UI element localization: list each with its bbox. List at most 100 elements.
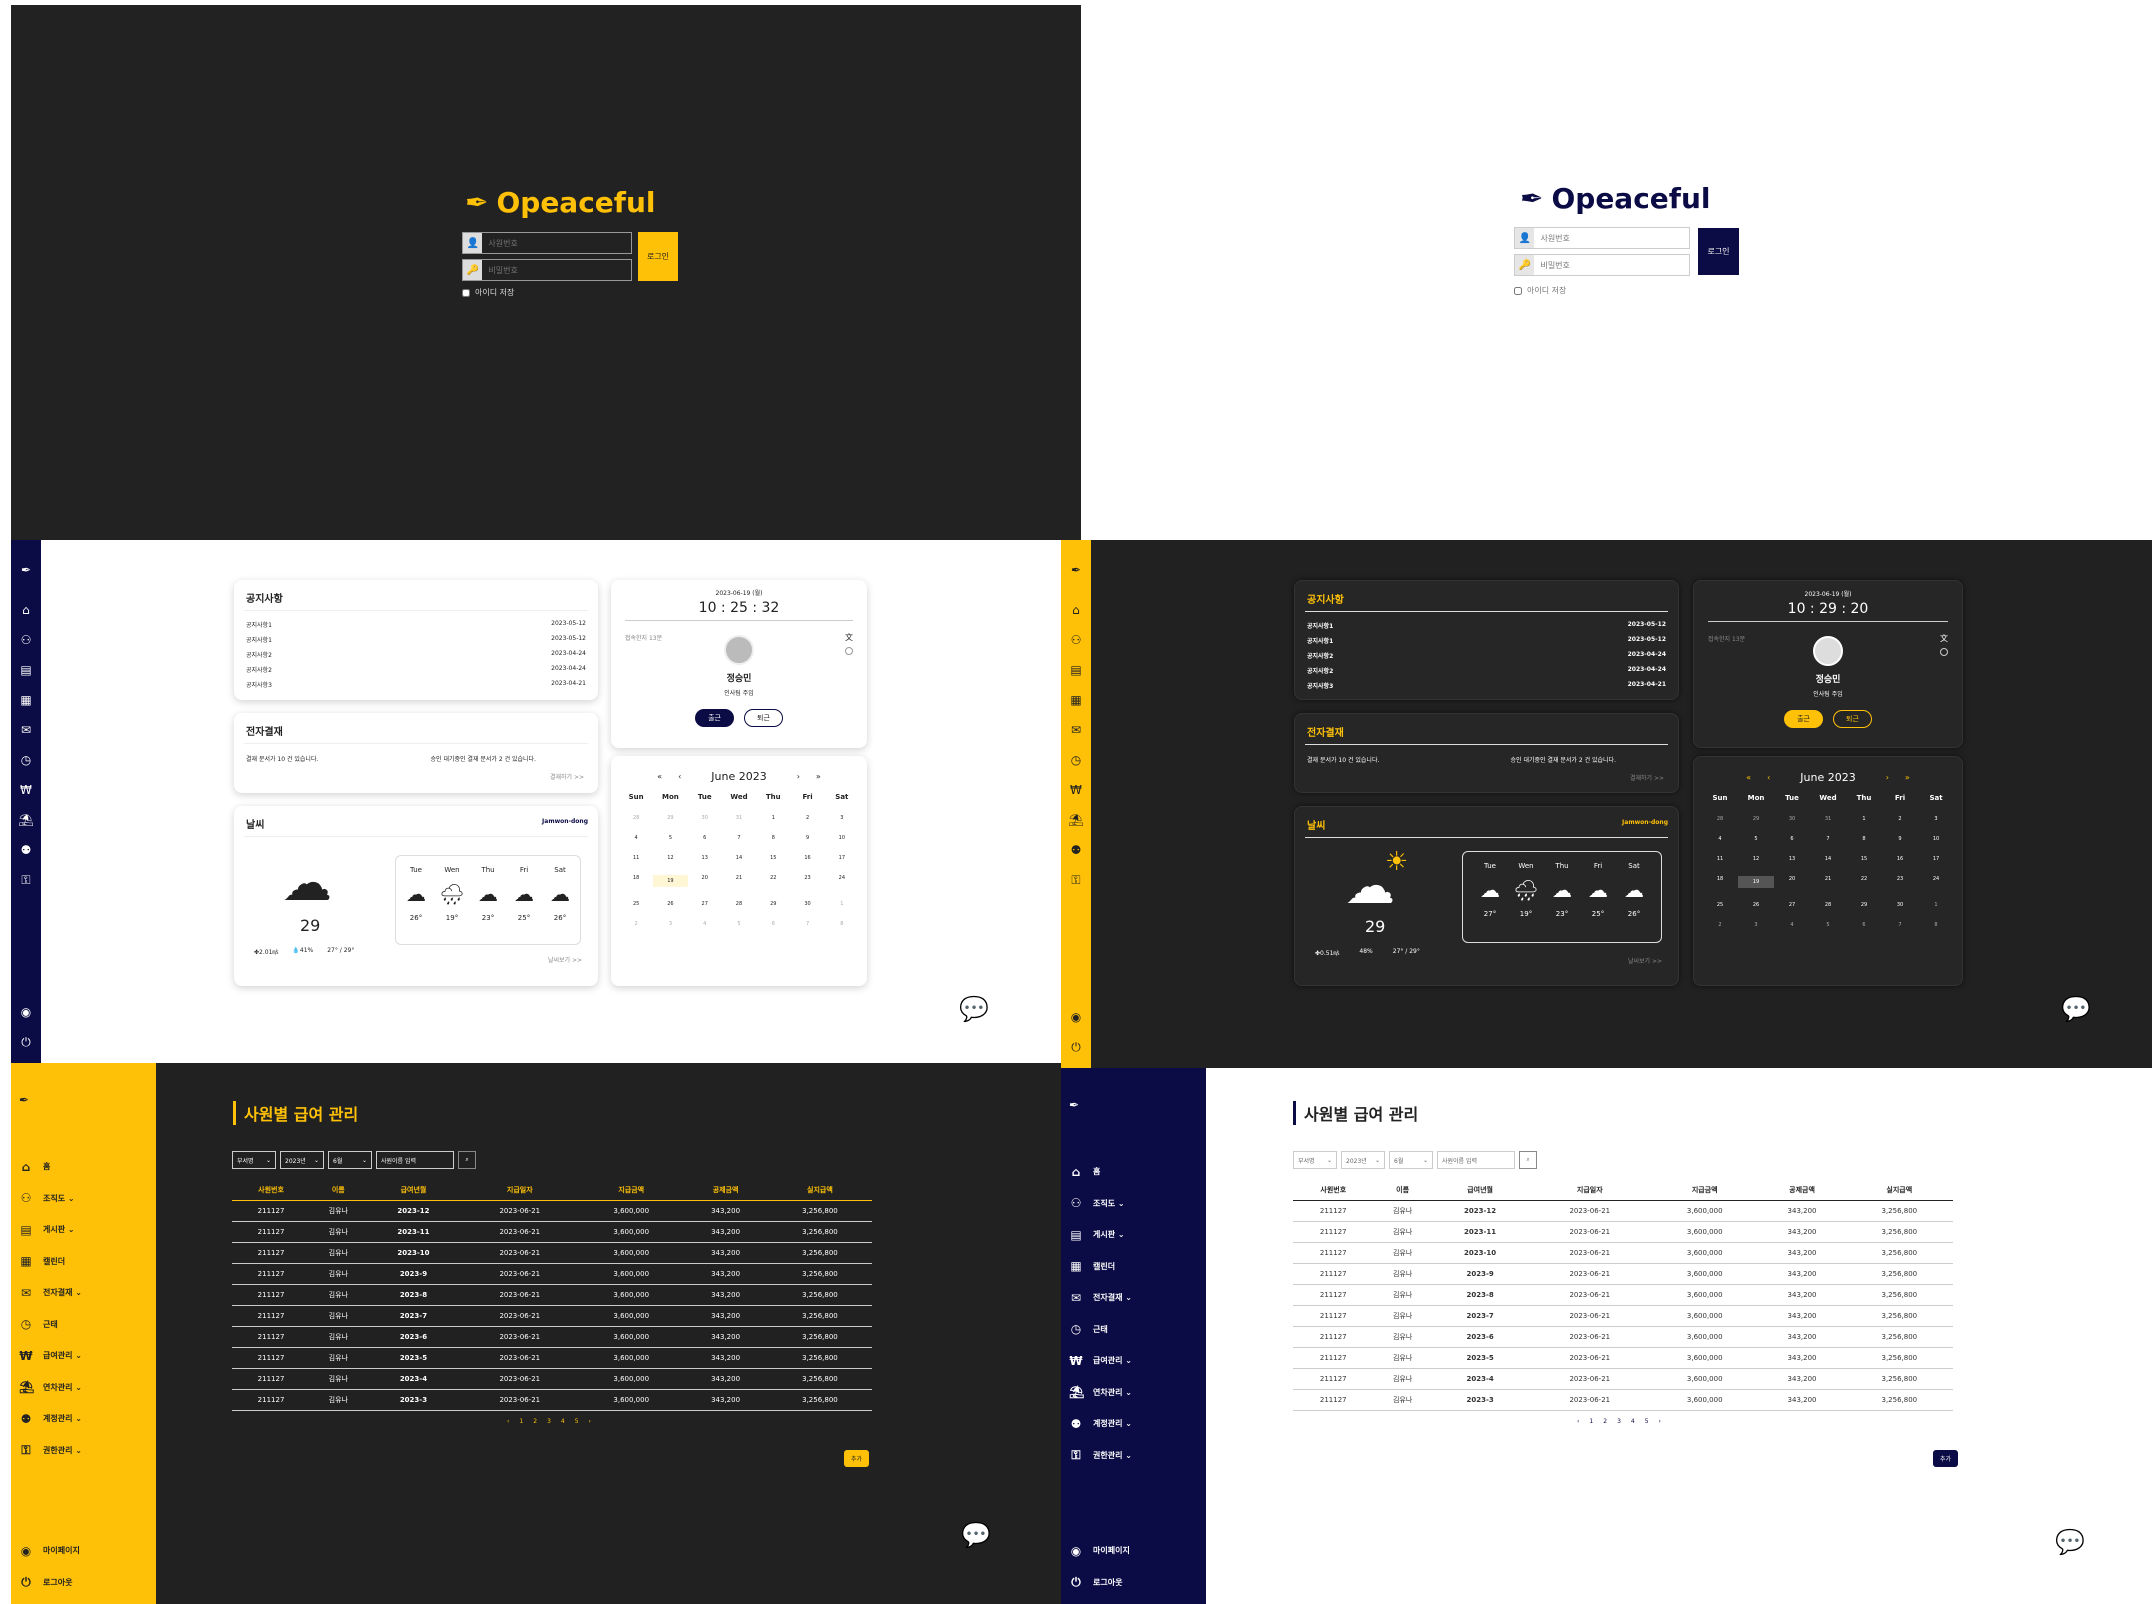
logout-icon[interactable]: ⏻ (21, 1027, 31, 1057)
page-link[interactable]: 1 (519, 1418, 523, 1425)
calendar-day[interactable]: 4 (688, 921, 722, 927)
page-link[interactable]: 2 (533, 1418, 537, 1425)
calendar-day[interactable]: 21 (1810, 876, 1846, 888)
calendar-day[interactable]: 6 (688, 835, 722, 841)
mypage-icon[interactable]: ◉ (21, 997, 31, 1027)
chat-icon[interactable]: 💬 (2055, 1528, 2085, 1556)
approval-icon[interactable]: ✉ (18, 715, 33, 745)
remember-id-input[interactable] (462, 288, 470, 297)
password-input[interactable] (1534, 255, 1689, 275)
calendar-day[interactable]: 4 (1702, 836, 1738, 842)
notice-row[interactable]: 공지사항3 2023-04-21 (234, 677, 598, 692)
employee-id-input[interactable] (1534, 228, 1689, 248)
login-button[interactable]: 로그인 (638, 232, 678, 281)
calendar-day[interactable]: 4 (1774, 922, 1810, 928)
notice-row[interactable]: 공지사항2 2023-04-24 (234, 647, 598, 662)
search-icon[interactable]: ⌕ (458, 1151, 476, 1169)
calendar-day[interactable]: 30 (1774, 816, 1810, 822)
calendar-day[interactable]: 14 (722, 855, 756, 861)
page-link[interactable]: 2 (1603, 1418, 1607, 1425)
password-input[interactable] (482, 260, 631, 280)
calendar-day[interactable]: 3 (1918, 816, 1954, 822)
year-select[interactable]: 2023년 ⌄ (280, 1151, 324, 1169)
table-row[interactable]: 211127 김유나 2023-3 2023-06-21 3,600,000 343,20… (1293, 1389, 1953, 1411)
calendar-day[interactable]: 3 (653, 921, 687, 927)
sidebar-bottom-item-0[interactable]: ◉ 마이페이지 (1061, 1535, 1206, 1567)
calendar-day[interactable]: 12 (653, 855, 687, 861)
table-row[interactable]: 211127 김유나 2023-6 2023-06-21 3,600,000 343,20… (1293, 1326, 1953, 1348)
calendar-day[interactable]: 6 (756, 921, 790, 927)
add-button[interactable]: 추가 (1933, 1450, 1959, 1467)
logout-icon[interactable]: ⏻ (1071, 1032, 1081, 1062)
calendar-day[interactable]: 28 (619, 815, 653, 821)
calendar-day[interactable]: 22 (756, 875, 790, 887)
calendar-day[interactable]: 11 (619, 855, 653, 861)
employee-id-field[interactable]: 👤 (1514, 227, 1690, 249)
calendar-day[interactable]: 15 (756, 855, 790, 861)
sidebar-item-7[interactable]: ⛱ 연차관리 ⌄ (11, 1372, 156, 1404)
calendar-day[interactable]: 25 (1702, 902, 1738, 908)
sidebar-item-6[interactable]: ₩ 급여관리 ⌄ (11, 1340, 156, 1372)
page-link[interactable]: 5 (575, 1418, 579, 1425)
notice-row[interactable]: 공지사항2 2023-04-24 (1295, 648, 1678, 663)
calendar-day[interactable]: 27 (688, 901, 722, 907)
calendar-day[interactable]: 17 (1918, 856, 1954, 862)
calendar-day[interactable]: 24 (1918, 876, 1954, 888)
sidebar-item-4[interactable]: ✉ 전자결재 ⌄ (11, 1277, 156, 1309)
chat-icon[interactable]: 💬 (959, 995, 989, 1023)
calendar-day[interactable]: 3 (1738, 922, 1774, 928)
clock-icon[interactable]: ◷ (18, 745, 33, 775)
page-link[interactable]: 3 (1617, 1418, 1621, 1425)
feather-icon[interactable]: ✒ (11, 1063, 156, 1151)
sidebar-item-8[interactable]: ⚉ 계정관리 ⌄ (1061, 1408, 1206, 1440)
check-in-button[interactable]: 출근 (1784, 710, 1823, 728)
calendar-day[interactable]: 17 (825, 855, 859, 861)
sidebar-item-4[interactable]: ✉ 전자결재 ⌄ (1061, 1282, 1206, 1314)
sidebar-item-0[interactable]: ⌂ 홈 (1061, 1156, 1206, 1188)
prev-month-button[interactable]: ‹ (678, 772, 681, 781)
account-icon[interactable]: ⚉ (1068, 835, 1083, 865)
calendar-icon[interactable]: ▦ (18, 685, 33, 715)
calendar-day[interactable]: 31 (722, 815, 756, 821)
sidebar-item-9[interactable]: ⚿ 권한관리 ⌄ (11, 1435, 156, 1467)
calendar-day[interactable]: 10 (825, 835, 859, 841)
calendar-day[interactable]: 13 (688, 855, 722, 861)
page-link[interactable]: › (589, 1418, 591, 1425)
employee-search-input[interactable]: 사원이름 입력 (376, 1151, 454, 1169)
check-out-button[interactable]: 퇴근 (744, 709, 783, 727)
sidebar-bottom-item-0[interactable]: ◉ 마이페이지 (11, 1535, 156, 1567)
home-icon[interactable]: ⌂ (18, 595, 33, 625)
table-row[interactable]: 211127 김유나 2023-7 2023-06-21 3,600,000 343,20… (1293, 1305, 1953, 1327)
org-chart-icon[interactable]: ⚇ (1068, 625, 1083, 655)
calendar-day[interactable]: 28 (722, 901, 756, 907)
calendar-day[interactable]: 7 (722, 835, 756, 841)
sidebar-item-2[interactable]: ▤ 게시판 ⌄ (11, 1214, 156, 1246)
password-field[interactable]: 🔑 (1514, 254, 1690, 276)
page-link[interactable]: ‹ (1577, 1418, 1579, 1425)
calendar-day[interactable]: 1 (1846, 816, 1882, 822)
next-month-button[interactable]: › (797, 772, 800, 781)
page-link[interactable]: ‹ (507, 1418, 509, 1425)
table-row[interactable]: 211127 김유나 2023-8 2023-06-21 3,600,000 343,20… (1293, 1284, 1953, 1306)
board-icon[interactable]: ▤ (1068, 655, 1083, 685)
page-link[interactable]: 4 (561, 1418, 565, 1425)
sidebar-item-3[interactable]: ▦ 캘린더 (11, 1246, 156, 1278)
calendar-day[interactable]: 22 (1846, 876, 1882, 888)
calendar-day[interactable]: 16 (790, 855, 824, 861)
home-icon[interactable]: ⌂ (1068, 595, 1083, 625)
remember-id-checkbox[interactable]: 아이디 저장 (1514, 285, 1566, 296)
calendar-day[interactable]: 7 (1882, 922, 1918, 928)
calendar-day[interactable]: 28 (1810, 902, 1846, 908)
notice-row[interactable]: 공지사항1 2023-05-12 (234, 617, 598, 632)
prev-year-button[interactable]: « (657, 772, 662, 781)
calendar-day[interactable]: 10 (1918, 836, 1954, 842)
calendar-day[interactable]: 18 (619, 875, 653, 887)
sidebar-item-6[interactable]: ₩ 급여관리 ⌄ (1061, 1345, 1206, 1377)
calendar-day[interactable]: 24 (825, 875, 859, 887)
calendar-day[interactable]: 26 (653, 901, 687, 907)
calendar-day[interactable]: 5 (1738, 836, 1774, 842)
chat-icon[interactable]: 💬 (2061, 995, 2091, 1023)
calendar-day[interactable]: 29 (1738, 816, 1774, 822)
table-row[interactable]: 211127 김유나 2023-12 2023-06-21 3,600,000 343,2… (232, 1200, 872, 1222)
login-button[interactable]: 로그인 (1698, 228, 1739, 275)
